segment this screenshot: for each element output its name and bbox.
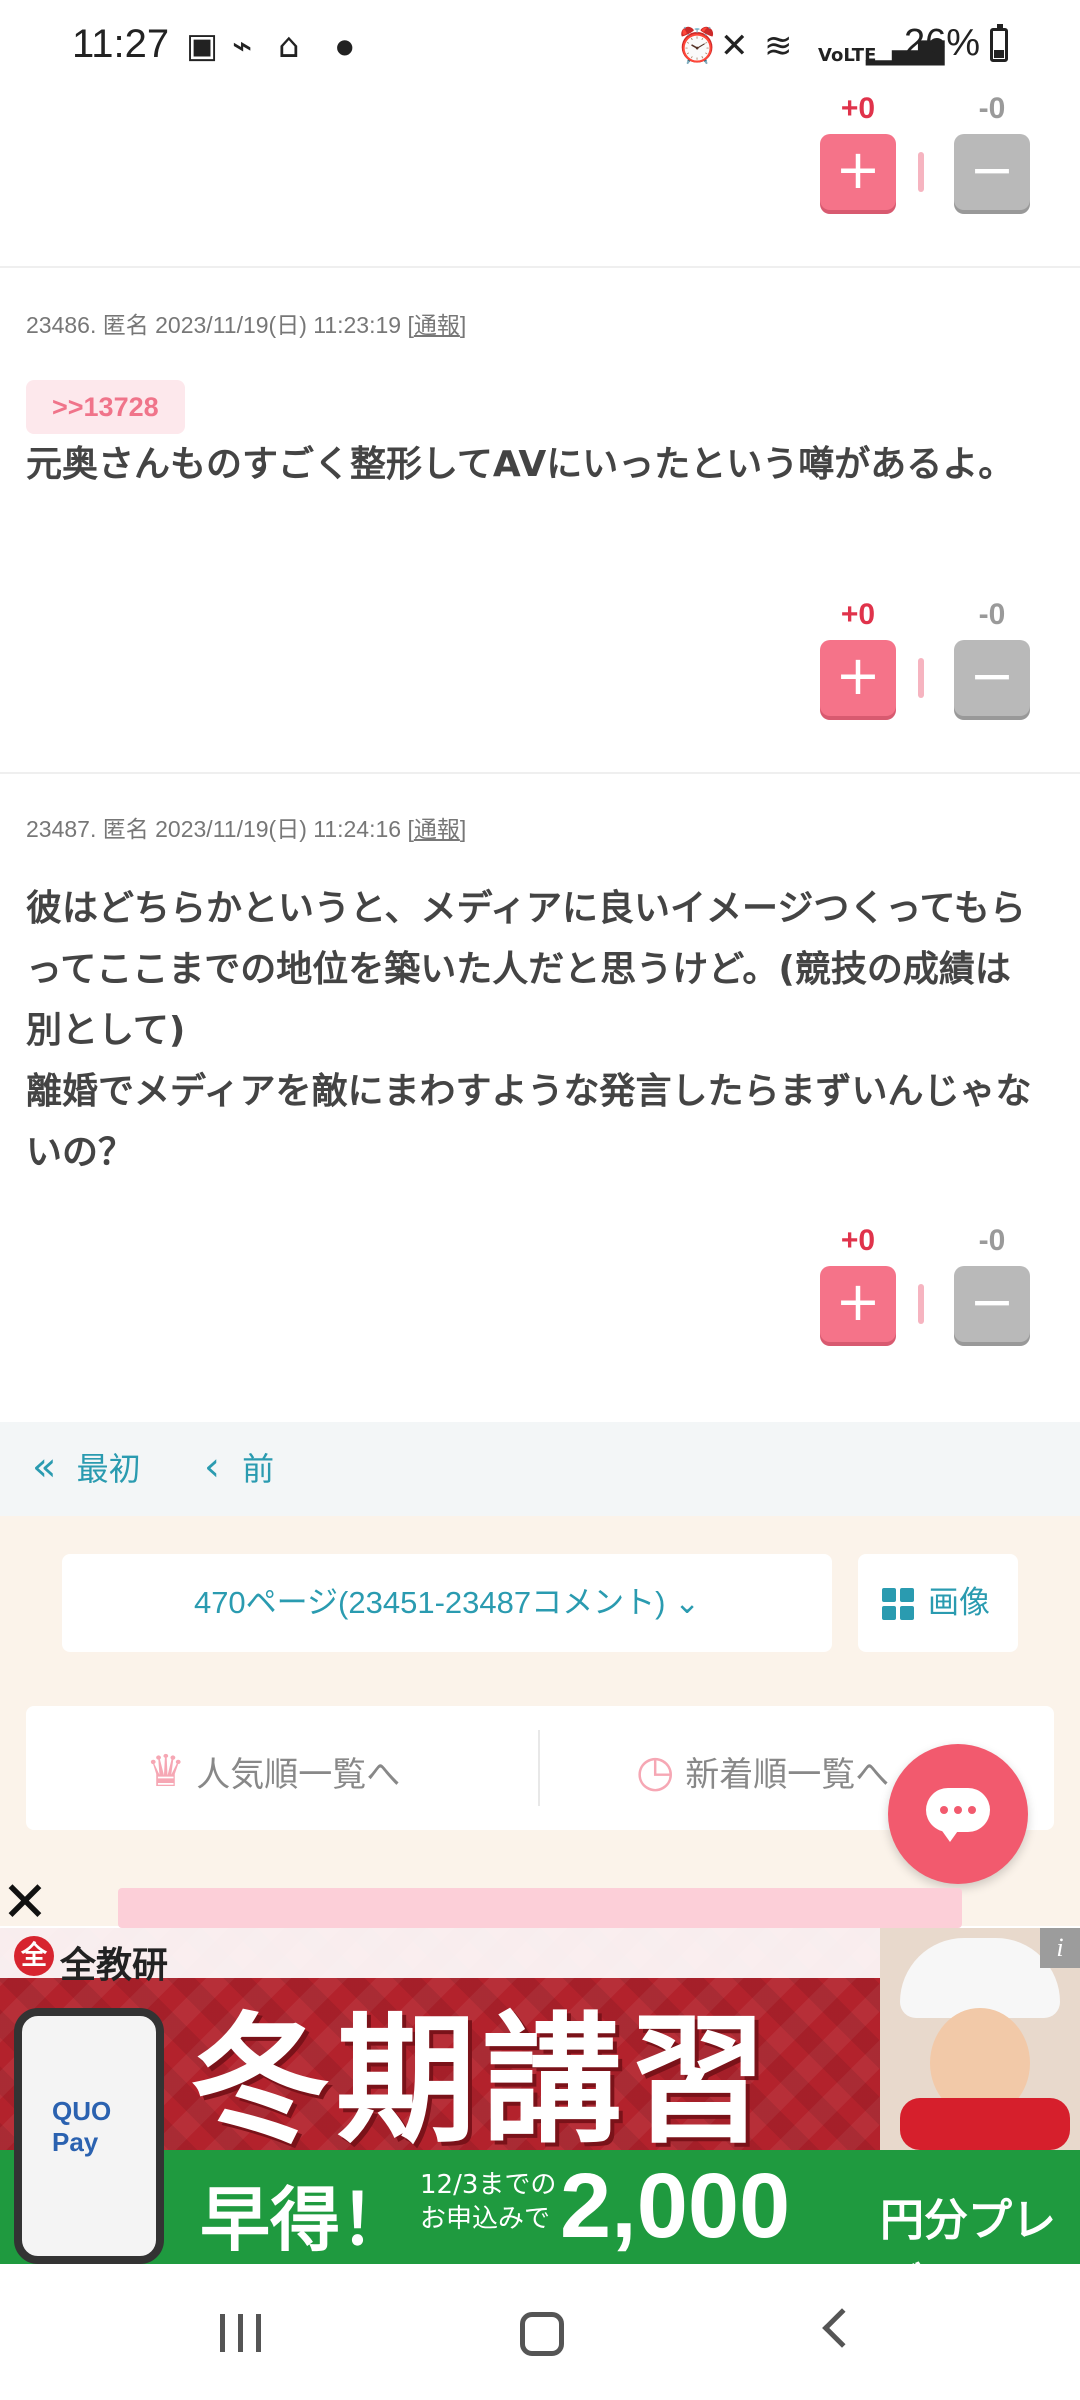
- brand-mark-icon: 全: [14, 1936, 54, 1976]
- mute-icon: ✕: [720, 26, 749, 66]
- wifi-icon: ≋: [764, 26, 793, 66]
- comment-datetime: 2023/11/19(日) 11:24:16: [155, 816, 402, 842]
- clock-icon: ◷: [636, 1746, 675, 1797]
- image-button-label: 画像: [928, 1585, 990, 1621]
- prev-page-link[interactable]: ‹ 前: [204, 1444, 274, 1490]
- comment-datetime: 2023/11/19(日) 11:23:19: [155, 312, 402, 338]
- minus-count: -0: [978, 598, 1006, 631]
- system-nav-bar: [0, 2264, 1080, 2400]
- newest-list-label: 新着順一覧へ: [685, 1755, 890, 1795]
- ad-promo-deadline: 12/3までの お申込みで: [420, 2170, 557, 2234]
- pagination-bar: « 最初 ‹ 前: [0, 1422, 1080, 1516]
- chevron-left-icon: ‹: [204, 1444, 220, 1490]
- ad-phone-image: QUO Pay: [14, 2008, 164, 2264]
- popular-list-label: 人気順一覧へ: [196, 1755, 401, 1795]
- decorative-banner-strip: [118, 1888, 962, 1928]
- popular-list-link[interactable]: ♛ 人気順一覧へ: [146, 1746, 400, 1797]
- battery-icon: [990, 24, 1008, 62]
- comment-divider: [0, 772, 1080, 774]
- chat-bubble-icon: [926, 1788, 990, 1842]
- status-bar: 11:27 ▣ ⌁ ⌂ ● ⏰ ✕ ≋ VoLTE ▁▃▅ 26%: [0, 0, 1080, 92]
- ad-brand-logo: 全全教研: [14, 1936, 168, 1988]
- minus-count: -0: [978, 92, 1006, 125]
- app-icon: ⌁: [232, 26, 253, 66]
- page-select-label: 470ページ(23451-23487コメント): [193, 1585, 666, 1620]
- minus-count: -0: [978, 1224, 1006, 1257]
- image-list-button[interactable]: 画像: [858, 1554, 1018, 1652]
- ad-headline: 冬期講習: [190, 2000, 775, 2163]
- ad-brand-name: 全教研: [60, 1945, 169, 1986]
- comment-number: 23486.: [26, 312, 97, 338]
- comment-meta: 23487. 匿名 2023/11/19(日) 11:24:16 [通報]: [26, 816, 467, 842]
- comment-meta: 23486. 匿名 2023/11/19(日) 11:23:19 [通報]: [26, 312, 467, 338]
- vote-ratio-bar: [918, 1284, 924, 1324]
- quo-pay-logo: QUO Pay: [52, 2096, 112, 2157]
- ad-info-icon[interactable]: i: [1040, 1928, 1080, 1968]
- gallery-icon: ▣: [186, 26, 219, 66]
- vote-ratio-bar: [918, 658, 924, 698]
- plus-vote-button[interactable]: +: [820, 134, 896, 210]
- vote-controls: +0 -0 + −: [820, 92, 1030, 212]
- plus-count: +0: [840, 92, 876, 125]
- first-page-link[interactable]: « 最初: [32, 1444, 141, 1490]
- minus-vote-button[interactable]: −: [954, 640, 1030, 716]
- report-link[interactable]: 通報: [414, 312, 460, 338]
- link-separator: [538, 1730, 540, 1806]
- newest-list-link[interactable]: ◷ 新着順一覧へ: [636, 1746, 889, 1797]
- advertisement-banner[interactable]: 全全教研 冬期講習 QUO Pay 早得！ 12/3までの お申込みで 2,00…: [0, 1928, 1080, 2264]
- prev-page-label: 前: [242, 1450, 275, 1488]
- minus-vote-button[interactable]: −: [954, 1266, 1030, 1342]
- ad-promo-amount: 2,000: [560, 2155, 791, 2257]
- crown-icon: ♛: [146, 1746, 186, 1797]
- chevron-down-icon: ⌄: [674, 1585, 701, 1620]
- vote-controls: +0 -0 + −: [820, 598, 1030, 718]
- first-page-label: 最初: [76, 1450, 141, 1488]
- comment-author: 匿名: [102, 816, 149, 842]
- reply-anchor-link[interactable]: >>13728: [26, 380, 185, 434]
- double-chevron-left-icon: «: [32, 1444, 57, 1490]
- comment-author: 匿名: [102, 312, 149, 338]
- vote-ratio-bar: [918, 152, 924, 192]
- ad-promo-tail: 円分プレゼント!: [880, 2195, 1056, 2264]
- plus-count: +0: [840, 1224, 876, 1257]
- plus-count: +0: [840, 598, 876, 631]
- comment-text: 彼はどちらかというと、メディアに良いイメージつくってもらってここまでの地位を築い…: [26, 888, 1032, 1173]
- grid-icon: [882, 1588, 914, 1620]
- dot-icon: ●: [336, 34, 354, 58]
- recent-apps-icon[interactable]: [220, 2314, 264, 2352]
- alarm-icon: ⏰: [676, 26, 719, 66]
- home-button-icon[interactable]: [520, 2312, 564, 2356]
- home-icon: ⌂: [278, 26, 300, 66]
- minus-vote-button[interactable]: −: [954, 134, 1030, 210]
- chat-button[interactable]: [888, 1744, 1028, 1884]
- battery-percent: 26%: [903, 22, 980, 64]
- ad-promo-early: 早得！: [200, 2179, 410, 2261]
- page-select-dropdown[interactable]: 470ページ(23451-23487コメント) ⌄: [62, 1554, 832, 1652]
- vote-controls: +0 -0 + −: [820, 1224, 1030, 1344]
- plus-vote-button[interactable]: +: [820, 1266, 896, 1342]
- status-time: 11:27: [72, 22, 170, 66]
- report-link[interactable]: 通報: [414, 816, 460, 842]
- comment-number: 23487.: [26, 816, 97, 842]
- ad-close-icon[interactable]: ✕: [0, 1875, 50, 1931]
- comment-text: 元奥さんものすごく整形してAVにいったという噂があるよ。: [26, 444, 1015, 485]
- back-icon[interactable]: [822, 2308, 862, 2348]
- comment-divider: [0, 266, 1080, 268]
- plus-vote-button[interactable]: +: [820, 640, 896, 716]
